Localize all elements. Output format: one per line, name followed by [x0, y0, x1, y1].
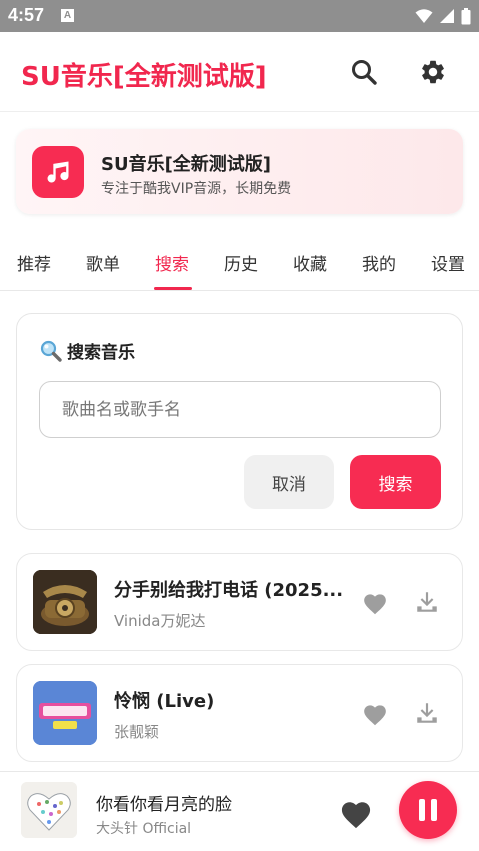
now-playing-title: 你看你看月亮的脸 [96, 795, 232, 815]
tab-mine[interactable]: 我的 [362, 250, 396, 275]
tab-bar: 推荐 歌单 搜索 历史 收藏 我的 设置 [0, 236, 479, 291]
heart-icon [364, 705, 386, 726]
search-heading: 搜索音乐 [39, 338, 135, 363]
search-icon [352, 60, 377, 85]
now-playing-artist: 大头针 Official [96, 821, 192, 837]
show-cover-art [33, 681, 97, 745]
app-title: SU音乐[全新测试版] [21, 62, 267, 92]
wifi-icon [415, 9, 433, 23]
tab-recommend[interactable]: 推荐 [17, 250, 51, 275]
battery-icon [461, 7, 471, 24]
result-title: 怜悯 (Live) [114, 691, 215, 712]
settings-button[interactable] [415, 54, 451, 90]
like-button[interactable] [359, 588, 391, 618]
signal-icon [440, 9, 454, 23]
status-icons [415, 7, 471, 25]
tab-playlists[interactable]: 歌单 [86, 250, 120, 275]
app-bar: SU音乐[全新测试版] [0, 32, 479, 112]
mini-player[interactable]: 你看你看月亮的脸 大头针 Official [0, 771, 479, 851]
tab-search[interactable]: 搜索 [155, 250, 189, 275]
search-card: 搜索音乐 取消 搜索 [16, 313, 463, 530]
heart-icon [341, 801, 371, 828]
pause-button[interactable] [399, 781, 457, 839]
tab-favorites[interactable]: 收藏 [293, 250, 327, 275]
download-icon [417, 703, 437, 723]
cancel-button[interactable]: 取消 [244, 455, 334, 509]
settings-icon [422, 60, 444, 84]
like-button[interactable] [359, 699, 391, 729]
notification-icon: A [61, 9, 74, 22]
vintage-telephone-cover [33, 570, 97, 634]
magnifier-emoji-icon [40, 340, 62, 362]
show-episode-7-cover [33, 681, 97, 745]
download-icon [417, 592, 437, 612]
status-time: 4:57 [8, 5, 45, 25]
status-bar: 4:57 A [0, 0, 479, 32]
search-button[interactable] [346, 54, 382, 90]
heart-collage-cover-art [21, 782, 77, 838]
result-title: 分手别给我打电话 (2025... [114, 580, 344, 601]
result-item[interactable]: 分手别给我打电话 (2025... Vinida万妮达 [16, 553, 463, 651]
result-artist: 张靓颖 [114, 723, 160, 741]
tab-settings[interactable]: 设置 [431, 250, 465, 275]
result-artist: Vinida万妮达 [114, 612, 206, 630]
music-note-icon [47, 161, 69, 183]
search-input[interactable] [39, 381, 441, 438]
heart-icon [364, 594, 386, 615]
banner-title: SU音乐[全新测试版] [101, 154, 272, 175]
search-heading-label: 搜索音乐 [67, 343, 135, 363]
player-like-button[interactable] [338, 796, 374, 830]
active-tab-indicator [154, 287, 192, 290]
download-button[interactable] [411, 697, 443, 729]
download-button[interactable] [411, 586, 443, 618]
now-playing-cover [21, 782, 77, 838]
banner-subtitle: 专注于酷我VIP音源，长期免费 [101, 181, 292, 197]
tab-history[interactable]: 历史 [224, 250, 258, 275]
search-submit-button[interactable]: 搜索 [350, 455, 441, 509]
app-banner: SU音乐[全新测试版] 专注于酷我VIP音源，长期免费 [16, 129, 463, 214]
pause-icon [419, 799, 437, 821]
result-item[interactable]: 怜悯 (Live) 张靓颖 [16, 664, 463, 762]
app-logo [32, 146, 84, 198]
telephone-cover-art [33, 570, 97, 634]
